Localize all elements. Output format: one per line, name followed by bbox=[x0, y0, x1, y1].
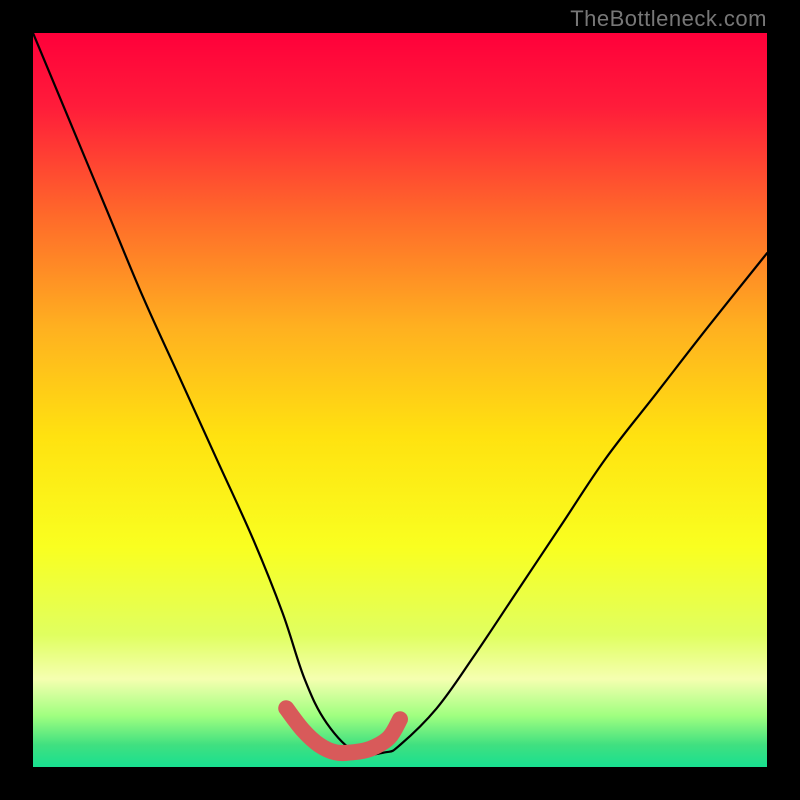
bottleneck-curve bbox=[33, 33, 767, 755]
curve-layer bbox=[33, 33, 767, 767]
plot-area bbox=[33, 33, 767, 767]
watermark-text: TheBottleneck.com bbox=[570, 6, 767, 32]
chart-frame: TheBottleneck.com bbox=[0, 0, 800, 800]
optimal-marker bbox=[286, 708, 400, 753]
